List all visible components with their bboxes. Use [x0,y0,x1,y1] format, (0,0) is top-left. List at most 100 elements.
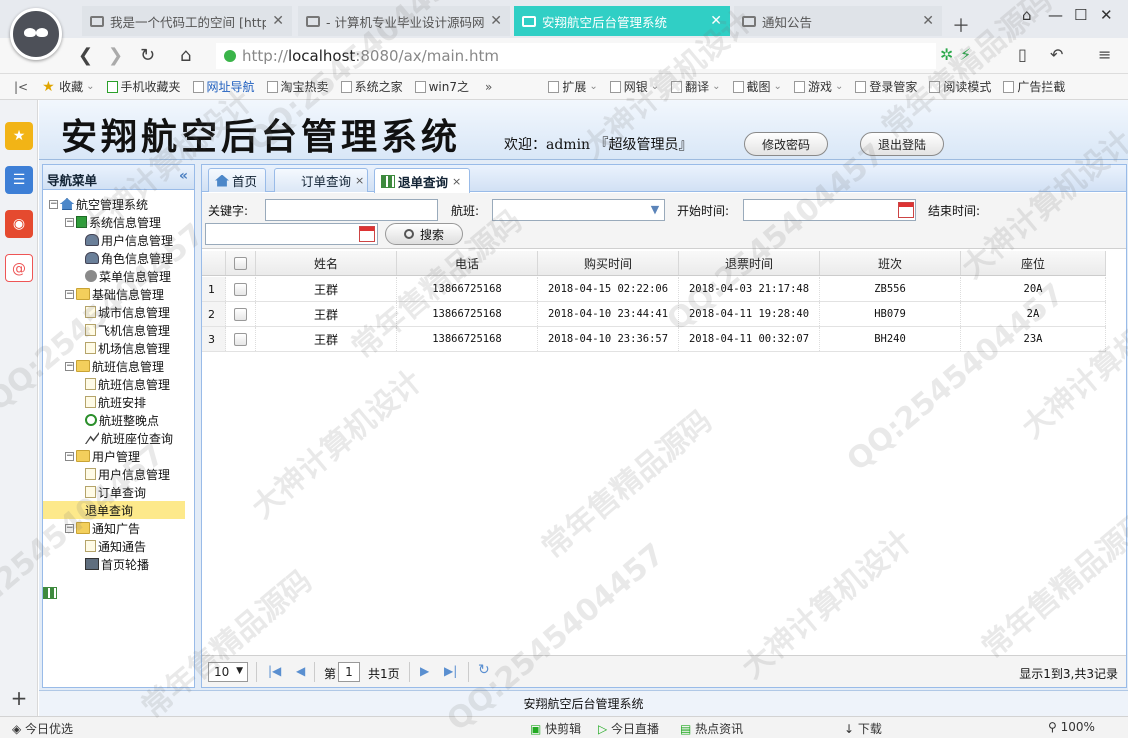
collapse-toggle-icon[interactable]: − [65,361,74,371]
quick-edit[interactable]: ▣ 快剪辑 [530,720,581,737]
shirt-icon[interactable]: ⌂ [1022,6,1032,24]
tool-adblock[interactable]: 广告拦截 [1003,78,1065,95]
col-header[interactable]: 电话 [397,251,538,275]
live[interactable]: ▷ 今日直播 [598,720,659,737]
tool-extensions[interactable]: 扩展 ⌄ [548,78,598,95]
undo-icon[interactable]: ↶ [1050,45,1063,64]
refresh-icon[interactable]: ↻ [140,45,155,66]
list-icon[interactable]: ☰ [5,166,33,194]
row-checkbox[interactable] [234,307,247,321]
phone-icon[interactable]: ▯ [1018,45,1027,64]
tab-refund-query[interactable]: 退单查询 × [374,168,470,193]
hot-news[interactable]: ▤ 热点资讯 [680,720,743,737]
add-icon[interactable]: + [5,684,33,712]
bookmark-taobao[interactable]: 淘宝热卖 [266,78,329,95]
browser-tab[interactable]: 我是一个代码工的空间 [http: ✕ [82,6,292,36]
tool-login[interactable]: 登录管家 [855,78,917,95]
close-tab-icon[interactable]: × [355,174,364,187]
next-page-icon[interactable]: ▶ [420,664,429,678]
star-icon[interactable]: ★ [5,122,33,150]
lightning-icon[interactable]: ⚡ [960,45,971,64]
prev-page-icon[interactable]: ◀ [296,664,305,678]
tree-node[interactable]: 航班安排 [81,393,146,411]
close-tab-icon[interactable]: ✕ [922,13,934,29]
tree-node[interactable]: − 航空管理系统 [49,195,148,213]
tool-reader[interactable]: 阅读模式 [929,78,991,95]
row-checkbox[interactable] [234,282,247,296]
calendar-icon[interactable] [898,202,914,218]
col-header[interactable]: 退票时间 [679,251,820,275]
tree-node[interactable]: − 基础信息管理 [65,285,164,303]
tree-node[interactable]: 用户信息管理 [81,231,173,249]
browser-tab[interactable]: 通知公告 ✕ [734,6,942,36]
change-password-button[interactable]: 修改密码 [744,132,828,156]
sidebar-toggle-icon[interactable]: |< [14,80,28,94]
tree-node[interactable]: 菜单信息管理 [81,267,171,285]
menu-icon[interactable]: ≡ [1098,45,1111,64]
minimize-icon[interactable]: — [1048,6,1063,24]
table-row[interactable]: 1 王群 13866725168 2018-04-15 02:22:06 2018-04… [202,277,1106,302]
col-header[interactable]: 姓名 [256,251,397,275]
tree-node[interactable]: 订单查询 [81,483,146,501]
flight-select[interactable] [492,199,665,221]
download[interactable]: ↓ 下载 [844,720,882,737]
tree-node[interactable]: 通知通告 [81,537,146,555]
calendar-icon[interactable] [359,226,375,242]
bookmark-nav[interactable]: 网址导航 [192,78,255,95]
tool-bank[interactable]: 网银 ⌄ [609,78,659,95]
collapse-toggle-icon[interactable]: − [49,199,58,209]
tree-node[interactable]: − 通知广告 [65,519,140,537]
collapse-toggle-icon[interactable]: − [65,289,74,299]
logout-button[interactable]: 退出登陆 [860,132,944,156]
tree-node[interactable]: 城市信息管理 [81,303,170,321]
forward-icon[interactable]: ❯ [108,45,123,66]
back-icon[interactable]: ❮ [78,45,93,66]
tree-node[interactable]: 航班座位查询 [81,429,173,447]
maximize-icon[interactable]: ☐ [1074,6,1087,24]
page-input[interactable]: 1 [338,662,360,682]
tree-node[interactable]: 航班信息管理 [81,375,170,393]
first-page-icon[interactable]: |◀ [268,664,281,678]
today-picks[interactable]: ◈ 今日优选 [12,720,73,737]
tool-translate[interactable]: 翻译 ⌄ [671,78,721,95]
tab-order-query[interactable]: 订单查询 × [274,168,368,192]
close-window-icon[interactable]: ✕ [1100,6,1113,24]
tab-home[interactable]: 首页 [208,168,266,192]
end-time-input[interactable] [205,223,378,245]
close-tab-icon[interactable]: ✕ [272,13,284,29]
tree-node[interactable]: 用户信息管理 [81,465,170,483]
url-input[interactable]: http://localhost:8080/ax/main.htm [216,43,936,69]
col-header[interactable]: 班次 [820,251,961,275]
keyword-input[interactable] [265,199,438,221]
home-icon[interactable]: ⌂ [180,45,191,66]
last-page-icon[interactable]: ▶| [444,664,457,678]
table-row[interactable]: 2 王群 13866725168 2018-04-10 23:44:41 2018-04… [202,302,1106,327]
start-time-input[interactable] [743,199,916,221]
tool-screenshot[interactable]: 截图 ⌄ [732,78,782,95]
tree-node[interactable]: − 用户管理 [65,447,140,465]
page-size-select[interactable]: 10 ▼ [208,662,248,682]
collapse-toggle-icon[interactable]: − [65,523,74,533]
refresh-icon[interactable]: ↻ [478,662,490,678]
zoom-level[interactable]: ⚲ 100% [1048,720,1095,734]
tree-node[interactable]: − 系统信息管理 [65,213,161,231]
tree-node[interactable]: 航班整晚点 [81,411,159,429]
tree-node[interactable]: 飞机信息管理 [81,321,170,339]
more-bookmarks-icon[interactable]: » [485,80,492,94]
col-header[interactable]: 座位 [961,251,1106,275]
browser-tab[interactable]: - 计算机专业毕业设计源码网 ✕ [298,6,510,36]
bookmark-favorites[interactable]: ★ 收藏 ⌄ [42,78,94,95]
tree-node-selected[interactable]: 退单查询 [43,501,185,599]
close-tab-icon[interactable]: ✕ [710,13,722,29]
bookmark-mobile[interactable]: 手机收藏夹 [106,78,181,95]
col-header[interactable]: 购买时间 [538,251,679,275]
collapse-toggle-icon[interactable]: − [65,451,74,461]
close-tab-icon[interactable]: × [452,175,461,188]
collapse-toggle-icon[interactable]: − [65,217,74,227]
close-tab-icon[interactable]: ✕ [490,13,502,29]
extension-icon[interactable]: ✲ [940,45,953,64]
tree-node[interactable]: 首页轮播 [81,555,149,573]
table-row[interactable]: 3 王群 13866725168 2018-04-10 23:36:57 2018-04… [202,327,1106,352]
search-button[interactable]: 搜索 [385,223,463,245]
tree-node[interactable]: 机场信息管理 [81,339,170,357]
